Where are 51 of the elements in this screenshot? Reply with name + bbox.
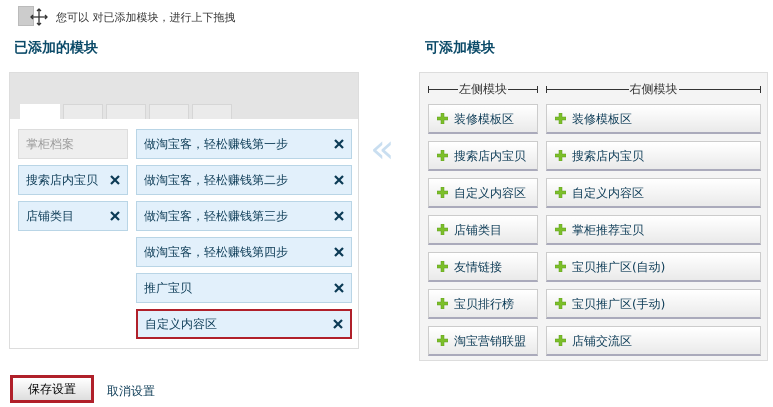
module-item[interactable]: 做淘宝客，轻松赚钱第三步 — [136, 201, 352, 231]
add-module-button[interactable]: 宝贝推广区(自动) — [546, 252, 761, 282]
section-title: 已添加的模块 — [14, 39, 98, 58]
save-button[interactable]: 保存设置 — [10, 375, 94, 403]
cancel-link[interactable]: 取消设置 — [107, 382, 155, 400]
add-module-button[interactable]: 宝贝推广区(手动) — [546, 289, 761, 319]
plus-icon — [555, 113, 566, 124]
add-module-button[interactable]: 淘宝营销联盟 — [428, 326, 538, 356]
close-icon[interactable] — [334, 139, 344, 149]
plus-icon — [437, 113, 448, 124]
close-icon[interactable] — [334, 247, 344, 257]
module-item[interactable]: 做淘宝客，轻松赚钱第二步 — [136, 165, 352, 195]
add-module-button[interactable]: 掌柜推荐宝贝 — [546, 215, 761, 245]
add-module-button[interactable]: 装修模板区 — [546, 104, 761, 134]
plus-icon — [437, 224, 448, 235]
plus-icon — [437, 261, 448, 272]
plus-icon — [555, 261, 566, 272]
module-item[interactable]: 做淘宝客，轻松赚钱第一步 — [136, 129, 352, 159]
plus-icon — [555, 187, 566, 198]
module-item[interactable]: 自定义内容区 — [136, 309, 352, 339]
add-module-button[interactable]: 店铺类目 — [428, 215, 538, 245]
hint-text: 您可以 对已添加模块，进行上下拖拽 — [56, 10, 236, 26]
close-icon[interactable] — [334, 283, 344, 293]
add-module-button[interactable]: 搜索店内宝贝 — [546, 141, 761, 171]
column-header: 左侧模块 — [458, 81, 508, 98]
plus-icon — [437, 187, 448, 198]
plus-icon — [555, 335, 566, 346]
plus-icon — [437, 150, 448, 161]
plus-icon — [555, 298, 566, 309]
close-icon[interactable] — [110, 211, 120, 221]
module-item[interactable]: 店铺类目 — [18, 201, 128, 231]
add-module-button[interactable]: 自定义内容区 — [428, 178, 538, 208]
plus-icon — [555, 150, 566, 161]
module-item[interactable]: 搜索店内宝贝 — [18, 165, 128, 195]
add-module-button[interactable]: 装修模板区 — [428, 104, 538, 134]
plus-icon — [437, 335, 448, 346]
section-title: 可添加模块 — [425, 39, 495, 58]
close-icon[interactable] — [333, 319, 343, 329]
module-item[interactable]: 做淘宝客，轻松赚钱第四步 — [136, 237, 352, 267]
plus-icon — [437, 298, 448, 309]
column-header: 右侧模块 — [628, 81, 678, 98]
close-icon[interactable] — [110, 175, 120, 185]
add-module-button[interactable]: 宝贝排行榜 — [428, 289, 538, 319]
add-module-button[interactable]: 自定义内容区 — [546, 178, 761, 208]
plus-icon — [555, 224, 566, 235]
add-module-button[interactable]: 搜索店内宝贝 — [428, 141, 538, 171]
close-icon[interactable] — [334, 175, 344, 185]
close-icon[interactable] — [334, 211, 344, 221]
add-module-button[interactable]: 友情链接 — [428, 252, 538, 282]
add-module-button[interactable]: 店铺交流区 — [546, 326, 761, 356]
module-item[interactable]: 推广宝贝 — [136, 273, 352, 303]
